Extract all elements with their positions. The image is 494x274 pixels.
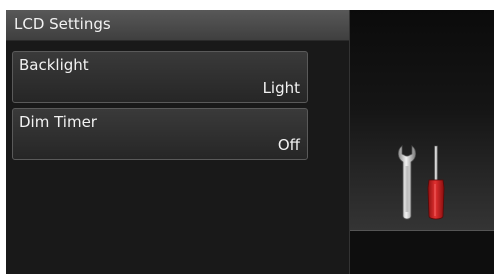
backlight-value: Light [262, 79, 300, 97]
backlight-label: Backlight [19, 56, 89, 74]
tools-icon [397, 145, 445, 220]
backlight-menu-item[interactable]: Backlight Light [12, 51, 308, 103]
side-panel [349, 10, 494, 274]
dim-timer-label: Dim Timer [19, 113, 97, 131]
title-bar: LCD Settings [6, 10, 349, 41]
dim-timer-menu-item[interactable]: Dim Timer Off [12, 108, 308, 160]
dim-timer-value: Off [277, 136, 300, 154]
page-title: LCD Settings [14, 15, 111, 33]
lcd-screen: LCD Settings Backlight Light Dim Timer O… [6, 10, 494, 274]
settings-button[interactable] [350, 10, 494, 231]
settings-menu: Backlight Light Dim Timer Off [6, 41, 349, 274]
